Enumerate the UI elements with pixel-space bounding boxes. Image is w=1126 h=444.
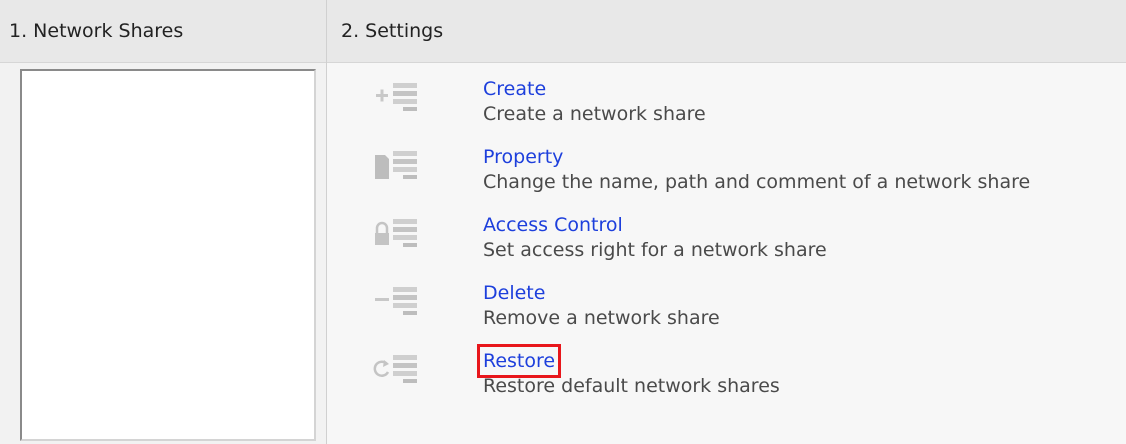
access-control-icon	[375, 219, 417, 247]
settings-pane: Create Create a network share Property C…	[327, 63, 1126, 444]
network-shares-header: 1. Network Shares	[9, 20, 184, 42]
restore-share-icon	[373, 355, 417, 383]
action-property[interactable]: Property Change the name, path and comme…	[327, 131, 1126, 193]
restore-link[interactable]: Restore	[476, 344, 562, 378]
create-share-icon	[376, 83, 417, 111]
delete-description: Remove a network share	[483, 307, 720, 329]
action-delete[interactable]: Delete Remove a network share	[327, 267, 1126, 329]
access-control-description: Set access right for a network share	[483, 239, 827, 261]
create-description: Create a network share	[483, 103, 706, 125]
action-access-control[interactable]: Access Control Set access right for a ne…	[327, 199, 1126, 261]
action-restore[interactable]: Restore Restore default network shares	[327, 335, 1126, 397]
settings-header: 2. Settings	[341, 20, 444, 42]
column-header-row: 1. Network Shares 2. Settings	[0, 0, 1126, 63]
action-create[interactable]: Create Create a network share	[327, 63, 1126, 125]
network-shares-panel: 1. Network Shares 2. Settings Create Cre…	[0, 0, 1126, 444]
property-link[interactable]: Property	[483, 146, 563, 168]
property-description: Change the name, path and comment of a n…	[483, 171, 1031, 193]
delete-share-icon	[375, 287, 417, 315]
restore-description: Restore default network shares	[483, 375, 780, 397]
property-share-icon	[375, 151, 417, 179]
network-shares-pane	[0, 63, 326, 444]
delete-link[interactable]: Delete	[483, 282, 545, 304]
create-link[interactable]: Create	[483, 78, 546, 100]
access-control-link[interactable]: Access Control	[483, 214, 623, 236]
network-share-list[interactable]	[20, 69, 316, 441]
